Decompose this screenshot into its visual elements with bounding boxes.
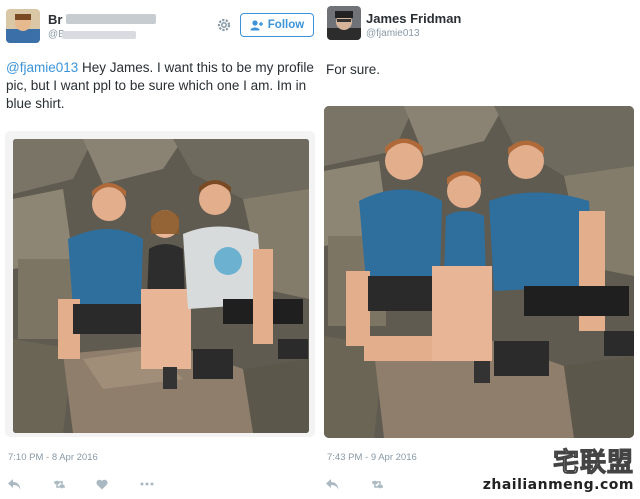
- reply-icon: [326, 478, 339, 489]
- reply-icon: [8, 478, 21, 489]
- follow-button[interactable]: Follow: [240, 13, 314, 37]
- tweet-actions: [8, 476, 184, 492]
- reply-action[interactable]: [8, 476, 52, 492]
- author-avatar[interactable]: [327, 6, 361, 40]
- author-name[interactable]: Br: [48, 12, 62, 27]
- photo-image: [13, 139, 309, 433]
- photo-image: [324, 106, 634, 438]
- author-name[interactable]: James Fridman: [366, 11, 461, 26]
- reply-action[interactable]: [326, 476, 370, 492]
- tweet-timestamp[interactable]: 7:43 PM - 9 Apr 2016: [327, 452, 417, 463]
- tweet-actions: [326, 476, 414, 492]
- watermark: 宅联盟 zhailianmeng.com: [482, 448, 634, 494]
- left-tweet: Br @B Follow @fjamie013 Hey James. I wan…: [0, 0, 316, 499]
- tweet-text: @fjamie013 Hey James. I want this to be …: [6, 59, 316, 113]
- retweet-icon: [372, 479, 383, 489]
- watermark-url: zhailianmeng.com: [482, 477, 634, 493]
- tweet-text: For sure.: [326, 62, 381, 77]
- follow-label: Follow: [267, 19, 305, 31]
- like-action[interactable]: [96, 476, 140, 492]
- author-handle: @fjamie013: [366, 28, 420, 39]
- watermark-logo: 宅联盟: [552, 448, 634, 478]
- redaction-bar: [62, 31, 136, 39]
- retweet-action[interactable]: [370, 476, 414, 492]
- like-icon: [96, 479, 108, 489]
- retweet-action[interactable]: [52, 476, 96, 492]
- gear-icon[interactable]: [216, 17, 232, 33]
- right-tweet: James Fridman @fjamie013 For sure. 7:43 …: [320, 0, 640, 499]
- author-avatar[interactable]: [6, 9, 40, 43]
- more-icon: [140, 482, 154, 486]
- tweet-timestamp[interactable]: 7:10 PM - 8 Apr 2016: [8, 452, 98, 463]
- mention-link[interactable]: @fjamie013: [6, 60, 78, 75]
- tweet-photo[interactable]: [324, 106, 634, 438]
- more-action[interactable]: [140, 476, 184, 492]
- redaction-bar: [66, 14, 156, 24]
- follow-person-icon: [250, 19, 263, 30]
- retweet-icon: [54, 479, 65, 489]
- tweet-photo[interactable]: [5, 131, 315, 437]
